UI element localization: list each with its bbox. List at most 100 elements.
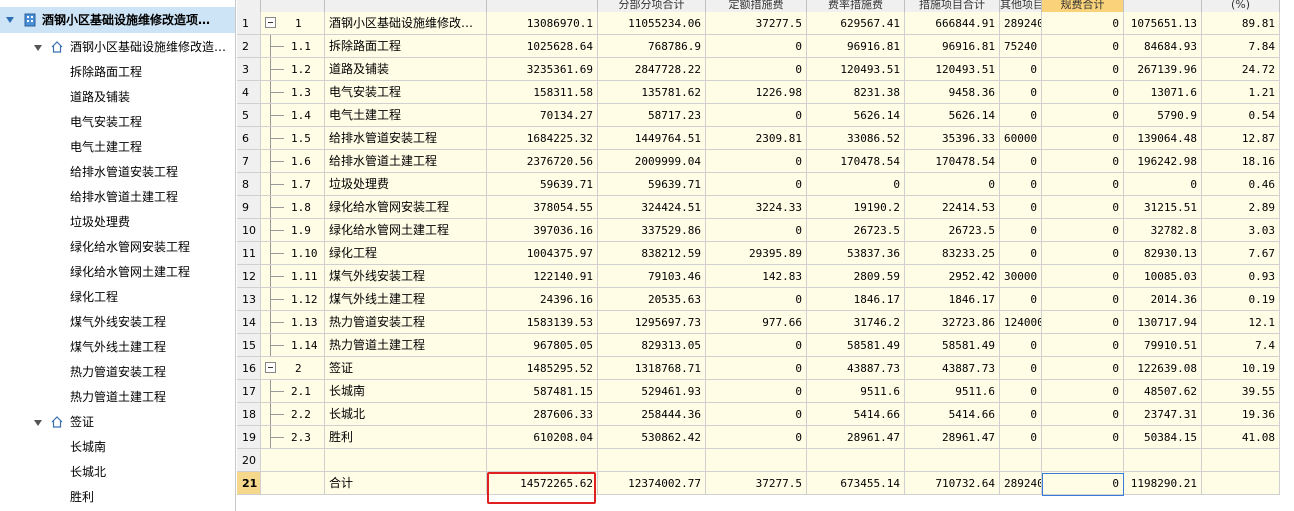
- value-cell[interactable]: 24396.16: [487, 288, 598, 311]
- value-cell[interactable]: 0: [1000, 380, 1042, 403]
- table-row[interactable]: 21 合计 14572265.62 12374002.77 37277.5 673455.…: [237, 472, 1294, 495]
- value-cell[interactable]: 629567.41: [807, 12, 905, 35]
- value-cell[interactable]: 2.89: [1202, 196, 1280, 219]
- value-cell[interactable]: 9511.6: [807, 380, 905, 403]
- value-cell[interactable]: 0: [706, 334, 807, 357]
- value-cell[interactable]: 24.72: [1202, 58, 1280, 81]
- tree-level1-item[interactable]: 酒钢小区基础设施维修改造…: [0, 35, 235, 60]
- value-cell[interactable]: 18.16: [1202, 150, 1280, 173]
- value-cell[interactable]: 48507.62: [1124, 380, 1202, 403]
- name-cell[interactable]: 长城北: [325, 403, 487, 426]
- row-number[interactable]: 10: [237, 219, 261, 242]
- value-cell[interactable]: 31746.2: [807, 311, 905, 334]
- name-cell[interactable]: 绿化给水管网土建工程: [325, 219, 487, 242]
- value-cell[interactable]: 1846.17: [807, 288, 905, 311]
- value-cell[interactable]: 710732.64: [905, 472, 1000, 495]
- collapse-triangle-icon[interactable]: [34, 420, 42, 426]
- value-cell[interactable]: 28961.47: [807, 426, 905, 449]
- value-cell[interactable]: 0: [1124, 173, 1202, 196]
- table-row[interactable]: 15 1.14 热力管道土建工程 967805.05 829313.05 0 58581.4…: [237, 334, 1294, 357]
- value-cell[interactable]: 0: [1042, 334, 1124, 357]
- value-cell[interactable]: 11055234.06: [598, 12, 706, 35]
- value-cell[interactable]: 0: [1042, 196, 1124, 219]
- value-cell[interactable]: 0: [1042, 104, 1124, 127]
- value-cell[interactable]: 0: [706, 150, 807, 173]
- name-cell[interactable]: 给排水管道安装工程: [325, 127, 487, 150]
- name-cell[interactable]: 煤气外线安装工程: [325, 265, 487, 288]
- value-cell[interactable]: 8231.38: [807, 81, 905, 104]
- value-cell[interactable]: 1075651.13: [1124, 12, 1202, 35]
- value-cell[interactable]: [1042, 449, 1124, 472]
- value-cell[interactable]: 31215.51: [1124, 196, 1202, 219]
- value-cell[interactable]: 673455.14: [807, 472, 905, 495]
- tree-item[interactable]: 垃圾处理费: [0, 210, 235, 235]
- value-cell[interactable]: 3235361.69: [487, 58, 598, 81]
- table-row[interactable]: 3 1.2 道路及铺装 3235361.69 2847728.22 0 120493.51 1…: [237, 58, 1294, 81]
- value-cell[interactable]: 43887.73: [807, 357, 905, 380]
- table-row[interactable]: 8 1.7 垃圾处理费 59639.71 59639.71 0 0 0 0 0 0 0.46: [237, 173, 1294, 196]
- value-cell[interactable]: 2309.81: [706, 127, 807, 150]
- row-number[interactable]: 12: [237, 265, 261, 288]
- value-cell[interactable]: 12.1: [1202, 311, 1280, 334]
- table-row[interactable]: 7 1.6 给排水管道土建工程 2376720.56 2009999.04 0 170478…: [237, 150, 1294, 173]
- row-number[interactable]: 15: [237, 334, 261, 357]
- name-cell[interactable]: 道路及铺装: [325, 58, 487, 81]
- value-cell[interactable]: 29395.89: [706, 242, 807, 265]
- value-cell[interactable]: [487, 449, 598, 472]
- table-row[interactable]: 17 2.1 长城南 587481.15 529461.93 0 9511.6 9511.6 0…: [237, 380, 1294, 403]
- value-cell[interactable]: 53837.36: [807, 242, 905, 265]
- value-cell[interactable]: 79910.51: [1124, 334, 1202, 357]
- value-cell[interactable]: 0: [1042, 12, 1124, 35]
- row-number[interactable]: 1: [237, 12, 261, 35]
- value-cell[interactable]: 28961.47: [905, 426, 1000, 449]
- value-cell[interactable]: [598, 449, 706, 472]
- value-cell[interactable]: 120493.51: [905, 58, 1000, 81]
- value-cell[interactable]: 967805.05: [487, 334, 598, 357]
- value-cell[interactable]: 287606.33: [487, 403, 598, 426]
- value-cell[interactable]: 0: [1000, 196, 1042, 219]
- value-cell[interactable]: 50384.15: [1124, 426, 1202, 449]
- value-cell[interactable]: 0: [1042, 288, 1124, 311]
- name-cell[interactable]: 电气安装工程: [325, 81, 487, 104]
- tree-item[interactable]: 给排水管道土建工程: [0, 185, 235, 210]
- tree-item[interactable]: 绿化工程: [0, 285, 235, 310]
- value-cell[interactable]: 26723.5: [905, 219, 1000, 242]
- value-cell[interactable]: 2809.59: [807, 265, 905, 288]
- value-cell[interactable]: 13071.6: [1124, 81, 1202, 104]
- code-cell[interactable]: 1.8: [261, 196, 325, 219]
- code-cell[interactable]: 1.2: [261, 58, 325, 81]
- value-cell[interactable]: 9511.6: [905, 380, 1000, 403]
- name-cell[interactable]: 垃圾处理费: [325, 173, 487, 196]
- tree-item[interactable]: 长城北: [0, 460, 235, 485]
- value-cell[interactable]: 0: [1000, 58, 1042, 81]
- row-number[interactable]: 5: [237, 104, 261, 127]
- table-row[interactable]: 19 2.3 胜利 610208.04 530862.42 0 28961.47 28961.…: [237, 426, 1294, 449]
- value-cell[interactable]: 838212.59: [598, 242, 706, 265]
- code-cell[interactable]: 1.5: [261, 127, 325, 150]
- tree-item[interactable]: 道路及铺装: [0, 85, 235, 110]
- value-cell[interactable]: 5414.66: [807, 403, 905, 426]
- value-cell[interactable]: 0.46: [1202, 173, 1280, 196]
- table-row[interactable]: 5 1.4 电气土建工程 70134.27 58717.23 0 5626.14 5626.1…: [237, 104, 1294, 127]
- value-cell[interactable]: 0: [706, 426, 807, 449]
- value-cell[interactable]: 1198290.21: [1124, 472, 1202, 495]
- value-cell[interactable]: 1025628.64: [487, 35, 598, 58]
- value-cell[interactable]: 124000: [1000, 311, 1042, 334]
- value-cell[interactable]: 58717.23: [598, 104, 706, 127]
- value-cell[interactable]: 0: [1000, 81, 1042, 104]
- value-cell[interactable]: 135781.62: [598, 81, 706, 104]
- value-cell[interactable]: 0: [1042, 219, 1124, 242]
- value-cell[interactable]: 70134.27: [487, 104, 598, 127]
- tree-item[interactable]: 煤气外线安装工程: [0, 310, 235, 335]
- value-cell[interactable]: [905, 449, 1000, 472]
- value-cell[interactable]: 122639.08: [1124, 357, 1202, 380]
- value-cell[interactable]: 768786.9: [598, 35, 706, 58]
- value-cell[interactable]: 2952.42: [905, 265, 1000, 288]
- name-cell[interactable]: 热力管道土建工程: [325, 334, 487, 357]
- code-cell[interactable]: 1.11: [261, 265, 325, 288]
- value-cell[interactable]: 96916.81: [905, 35, 1000, 58]
- value-cell[interactable]: 587481.15: [487, 380, 598, 403]
- value-cell[interactable]: 977.66: [706, 311, 807, 334]
- value-cell[interactable]: 0: [706, 288, 807, 311]
- row-number[interactable]: 14: [237, 311, 261, 334]
